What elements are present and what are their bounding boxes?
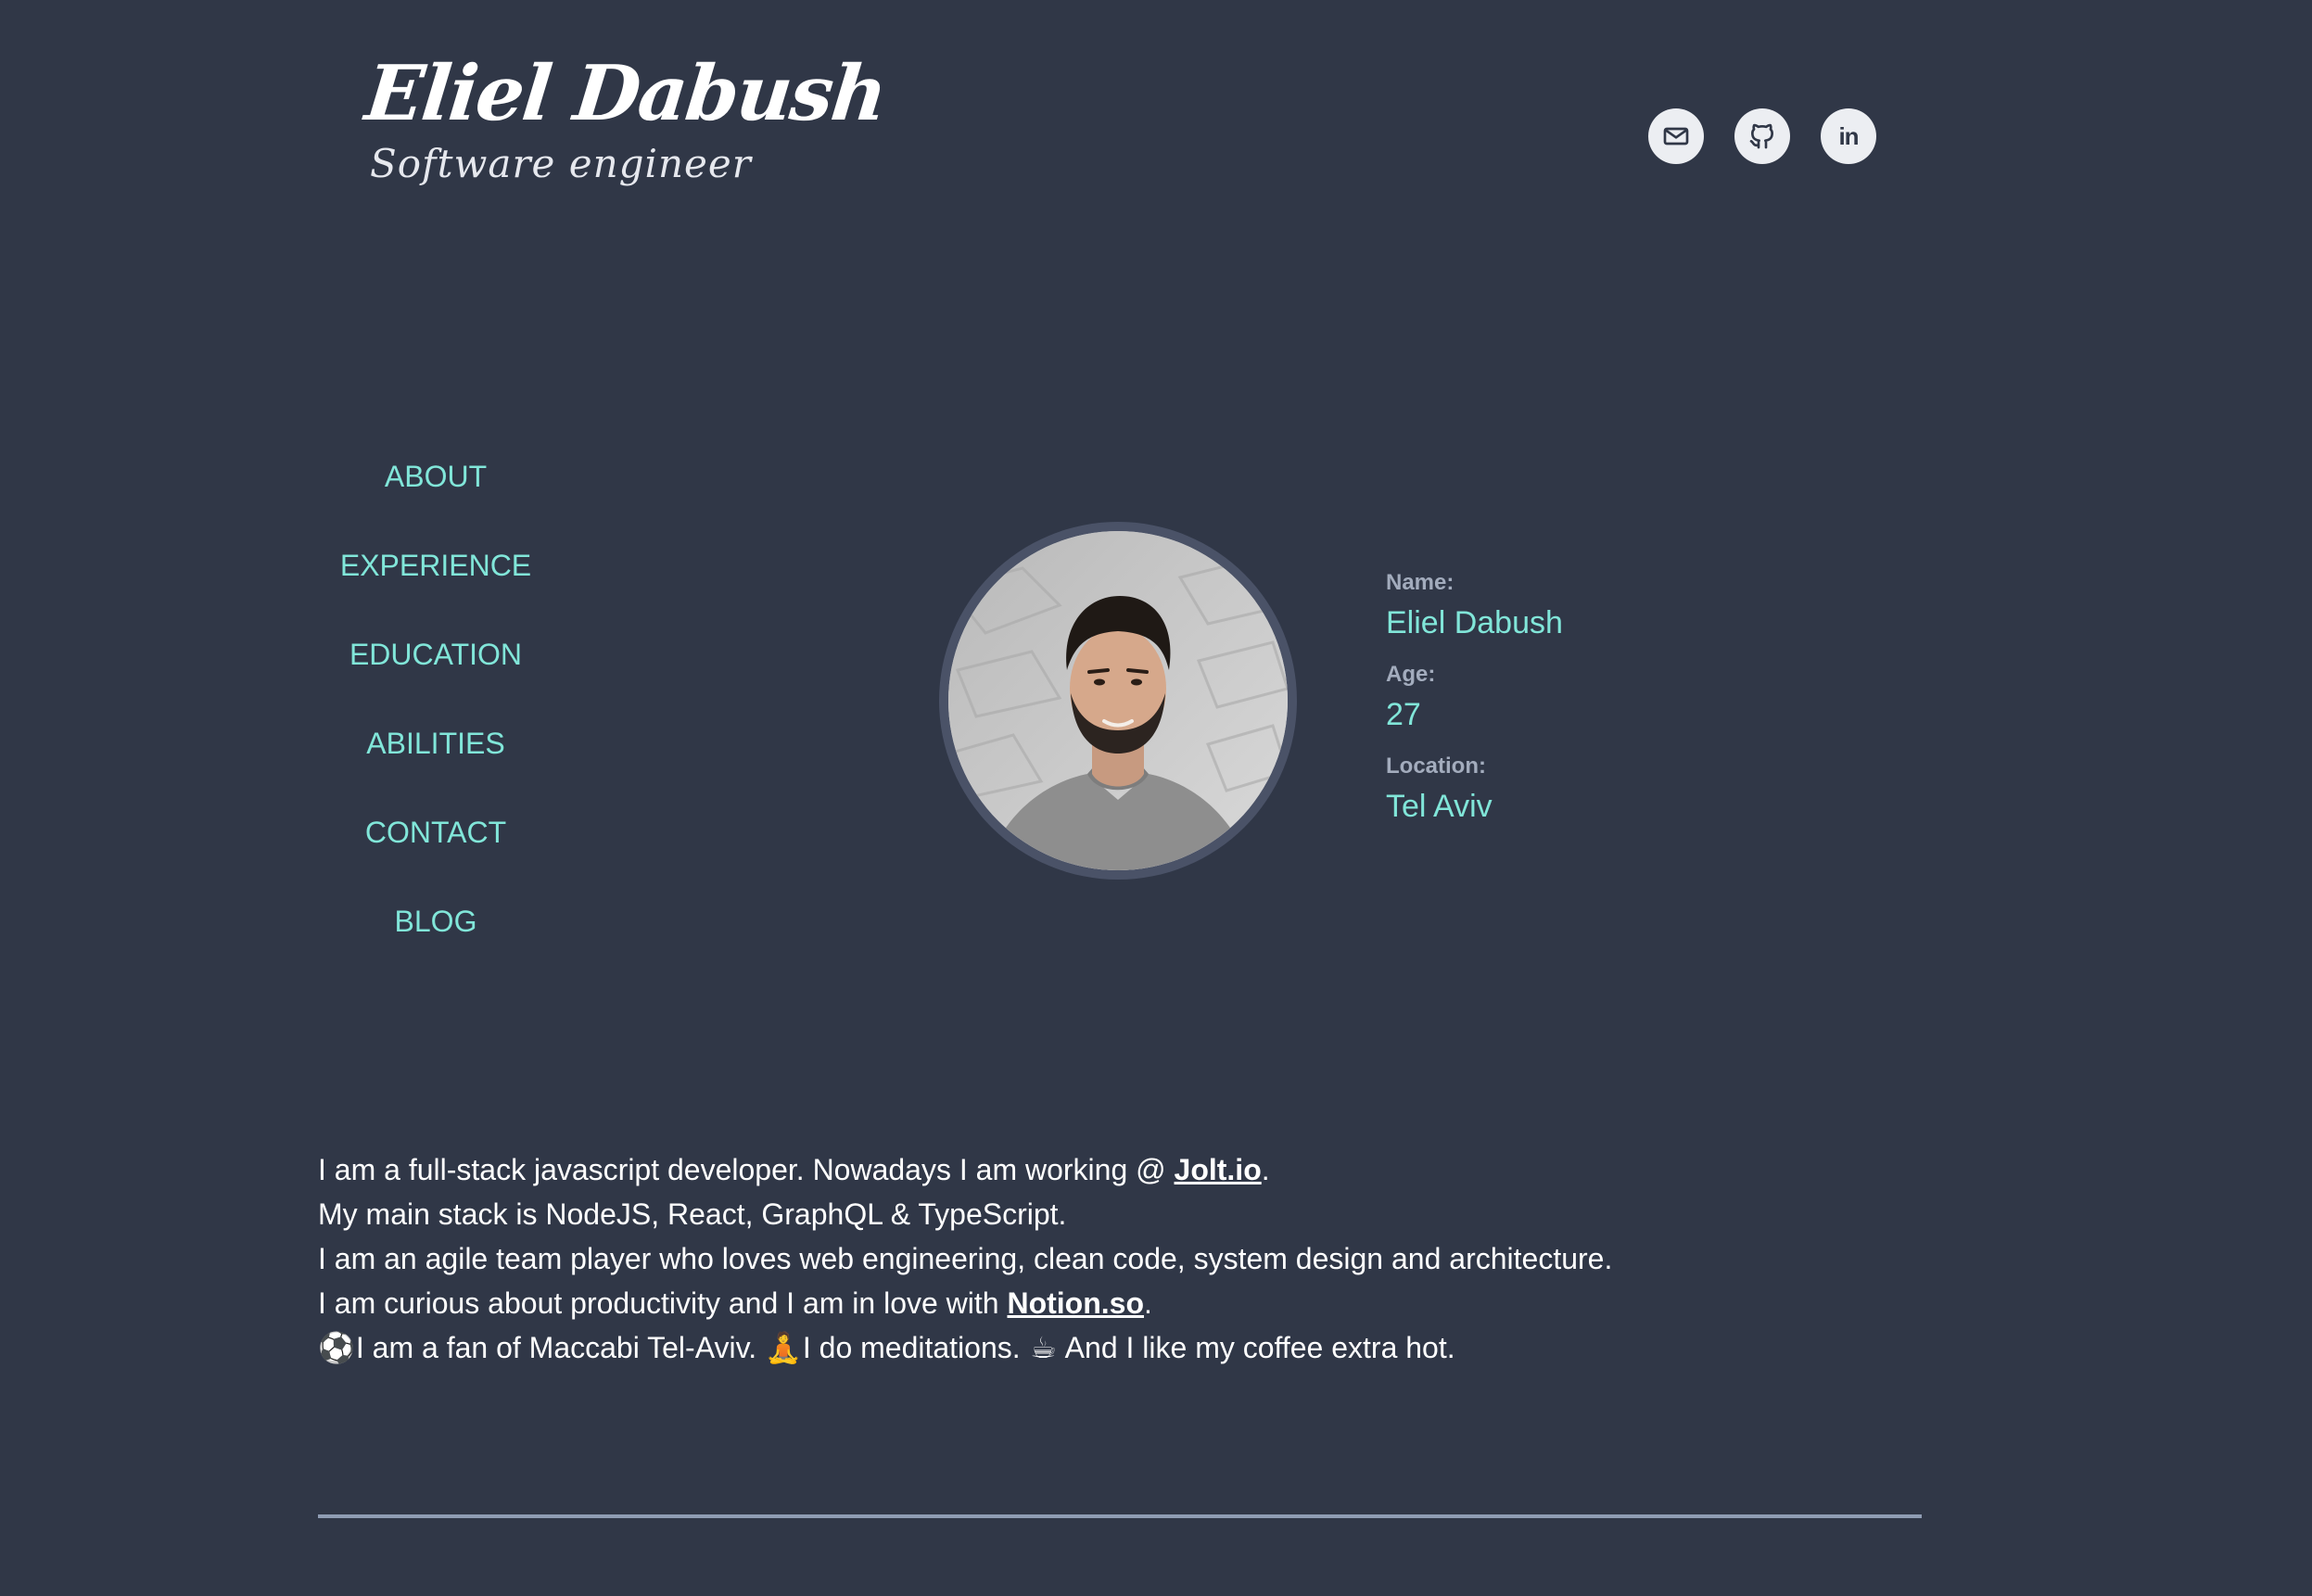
soccer-ball-icon: ⚽ bbox=[318, 1331, 355, 1364]
portrait-image bbox=[948, 531, 1288, 870]
nav-item-blog[interactable]: BLOG bbox=[297, 899, 575, 944]
coffee-icon: ☕ bbox=[1030, 1331, 1057, 1364]
nav-item-about[interactable]: ABOUT bbox=[297, 454, 575, 499]
linkedin-icon: in bbox=[1838, 121, 1859, 150]
about-text: . bbox=[1261, 1153, 1270, 1186]
about-text: And I like my coffee extra hot. bbox=[1058, 1331, 1455, 1364]
about-text: I am curious about productivity and I am… bbox=[318, 1286, 1008, 1320]
nav-item-experience[interactable]: EXPERIENCE bbox=[297, 543, 575, 588]
social-links: in bbox=[1648, 108, 1876, 164]
section-divider bbox=[318, 1514, 1922, 1518]
profile-info: Name: Eliel Dabush Age: 27 Location: Tel… bbox=[1386, 570, 1563, 845]
github-icon bbox=[1749, 123, 1773, 149]
avatar-photo bbox=[948, 531, 1288, 870]
about-section: I am a full-stack javascript developer. … bbox=[318, 1147, 1987, 1370]
nav-item-contact[interactable]: CONTACT bbox=[297, 810, 575, 855]
about-text: I am a fan of Maccabi Tel-Aviv. bbox=[348, 1331, 765, 1364]
about-text: . bbox=[1144, 1286, 1152, 1320]
location-value: Tel Aviv bbox=[1386, 789, 1493, 824]
nav-item-abilities[interactable]: ABILITIES bbox=[297, 721, 575, 766]
about-line-2: My main stack is NodeJS, React, GraphQL … bbox=[318, 1197, 1067, 1231]
email-button[interactable] bbox=[1648, 108, 1704, 164]
about-text: I am a full-stack javascript developer. … bbox=[318, 1153, 1175, 1186]
age-label: Age: bbox=[1386, 662, 1436, 687]
name-label: Name: bbox=[1386, 570, 1455, 595]
nav-item-education[interactable]: EDUCATION bbox=[297, 632, 575, 677]
mail-icon bbox=[1663, 127, 1689, 146]
avatar bbox=[939, 522, 1297, 880]
notion-link[interactable]: Notion.so bbox=[1007, 1286, 1144, 1320]
meditation-icon: 🧘 bbox=[764, 1331, 802, 1364]
about-line-3: I am an agile team player who loves web … bbox=[318, 1242, 1613, 1275]
name-value: Eliel Dabush bbox=[1386, 605, 1563, 640]
location-label: Location: bbox=[1386, 754, 1486, 779]
about-text: I do meditations. bbox=[794, 1331, 1029, 1364]
about-line-5: ⚽ I am a fan of Maccabi Tel-Aviv. 🧘 I do… bbox=[318, 1325, 1987, 1370]
brand-tagline: Software engineer bbox=[370, 141, 752, 186]
jolt-link[interactable]: Jolt.io bbox=[1175, 1153, 1262, 1186]
main-nav: ABOUT EXPERIENCE EDUCATION ABILITIES CON… bbox=[297, 454, 575, 988]
about-line-1: I am a full-stack javascript developer. … bbox=[318, 1147, 1987, 1192]
github-button[interactable] bbox=[1734, 108, 1790, 164]
age-value: 27 bbox=[1386, 697, 1421, 732]
linkedin-button[interactable]: in bbox=[1821, 108, 1876, 164]
brand: Eliel Dabush Software engineer bbox=[362, 49, 890, 186]
brand-name: Eliel Dabush bbox=[361, 49, 890, 138]
about-line-4: I am curious about productivity and I am… bbox=[318, 1281, 1987, 1325]
